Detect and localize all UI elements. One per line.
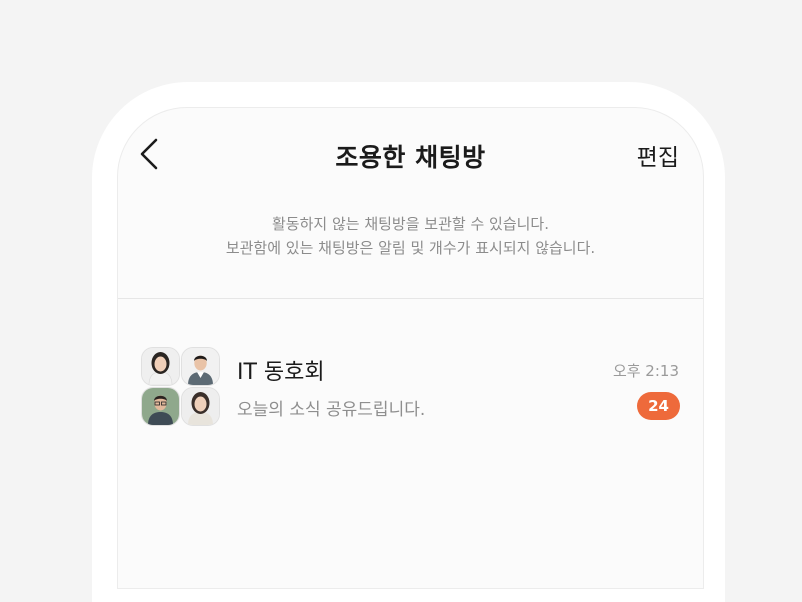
avatar — [181, 387, 220, 426]
notice-line-1: 활동하지 않는 채팅방을 보관할 수 있습니다. — [271, 215, 549, 233]
person-man-glasses-icon — [142, 388, 179, 425]
divider — [118, 298, 703, 299]
chat-preview: 오늘의 소식 공유드립니다. — [237, 400, 426, 420]
chat-list-item[interactable]: IT 동호회 오늘의 소식 공유드립니다. 오후 2:13 24 — [118, 338, 703, 428]
person-woman-icon — [182, 388, 219, 425]
avatar — [181, 347, 220, 386]
chat-time: 오후 2:13 — [612, 362, 679, 380]
edit-button[interactable]: 편집 — [637, 138, 679, 172]
header: 조용한 채팅방 편집 — [118, 108, 703, 200]
notice-line-2: 보관함에 있는 채팅방은 알림 및 개수가 표시되지 않습니다. — [225, 239, 596, 257]
avatar — [141, 387, 180, 426]
chat-name: IT 동호회 — [237, 360, 325, 385]
chat-screen: 조용한 채팅방 편집 활동하지 않는 채팅방을 보관할 수 있습니다. 보관함에… — [117, 107, 704, 589]
archive-notice: 활동하지 않는 채팅방을 보관할 수 있습니다. 보관함에 있는 채팅방은 알림… — [118, 212, 703, 260]
avatar — [141, 347, 180, 386]
unread-badge: 24 — [637, 392, 680, 420]
page-title: 조용한 채팅방 — [335, 143, 486, 172]
person-man-icon — [182, 348, 219, 385]
person-woman-icon — [142, 348, 179, 385]
